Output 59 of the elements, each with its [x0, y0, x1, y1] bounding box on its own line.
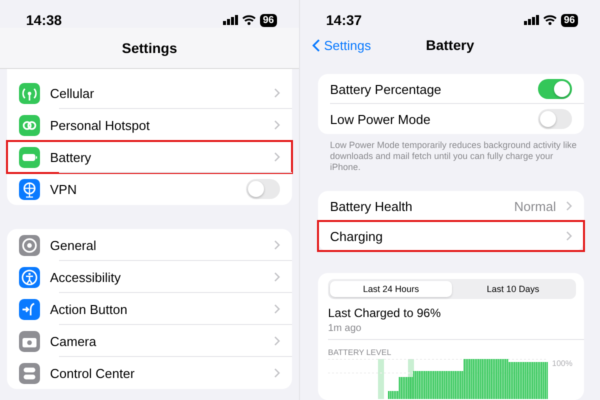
axis-label: 100% — [552, 359, 572, 368]
chevron-icon — [274, 368, 280, 378]
row-label: Action Button — [50, 302, 128, 316]
status-time: 14:38 — [26, 12, 62, 28]
settings-link[interactable]: Action Button — [7, 293, 292, 325]
settings-row[interactable]: VPN — [7, 173, 292, 205]
section-header: BATTERY LEVEL — [328, 348, 392, 357]
chevron-icon — [274, 304, 280, 314]
row-label: Battery Health — [330, 198, 414, 214]
toggle-switch[interactable] — [538, 109, 572, 129]
chevron-icon — [274, 120, 280, 130]
back-chevron-icon — [312, 38, 320, 52]
settings-link[interactable]: Camera — [7, 325, 292, 357]
chevron-icon — [274, 272, 280, 282]
row-label: Control Center — [50, 366, 136, 380]
settings-link[interactable]: Battery — [7, 141, 292, 173]
toggle-switch[interactable] — [246, 179, 280, 199]
wifi-icon — [542, 15, 557, 25]
chevron-icon — [566, 201, 572, 211]
signal-icon — [524, 15, 539, 25]
chevron-icon — [274, 88, 280, 98]
settings-row[interactable]: Battery Percentage — [318, 74, 584, 104]
battery-level: 96 — [560, 14, 578, 26]
signal-icon — [222, 15, 238, 25]
row-value: Normal — [514, 198, 556, 214]
settings-row[interactable]: Low Power Mode — [318, 104, 584, 134]
row-label: General — [50, 238, 98, 252]
row-label: Personal Hotspot — [50, 118, 151, 132]
row-label: Charging — [330, 228, 384, 244]
settings-link[interactable]: Cellular — [7, 77, 292, 109]
status-time: 14:37 — [326, 12, 362, 28]
footer-note: Low Power Mode temporarily reduces background activity like downloads and mail fetch until you can fully charge your iPhone. — [330, 140, 578, 173]
last-charged-time: 1m ago — [328, 323, 362, 334]
settings-link[interactable]: Personal Hotspot — [7, 109, 292, 141]
segment-tab[interactable]: Last 10 Days — [452, 281, 574, 297]
chevron-icon — [274, 240, 280, 250]
settings-link[interactable]: Charging — [318, 221, 584, 251]
screen-title: Battery — [426, 37, 474, 53]
battery-level: 96 — [260, 14, 277, 26]
last-charged-text: Last Charged to 96% — [328, 306, 442, 320]
row-label: Cellular — [50, 86, 96, 100]
back-button[interactable]: Settings — [312, 38, 371, 52]
settings-link[interactable]: General — [7, 229, 292, 261]
wifi-icon — [242, 15, 256, 25]
row-label: Battery Percentage — [330, 82, 442, 96]
chevron-icon — [274, 336, 280, 346]
row-label: Camera — [50, 334, 98, 348]
segment-tab[interactable]: Last 24 Hours — [330, 281, 452, 297]
row-label: Accessibility — [50, 270, 122, 284]
screen-title: Settings — [122, 40, 178, 56]
settings-link[interactable]: Control Center — [7, 357, 292, 389]
chevron-icon — [274, 152, 280, 162]
chevron-icon — [566, 231, 572, 241]
row-label: Low Power Mode — [330, 112, 432, 126]
settings-link[interactable]: Battery Health Normal — [318, 191, 584, 221]
settings-link[interactable]: Accessibility — [7, 261, 292, 293]
row-label: VPN — [50, 182, 78, 196]
toggle-switch[interactable] — [538, 79, 572, 99]
row-label: Battery — [50, 150, 92, 164]
